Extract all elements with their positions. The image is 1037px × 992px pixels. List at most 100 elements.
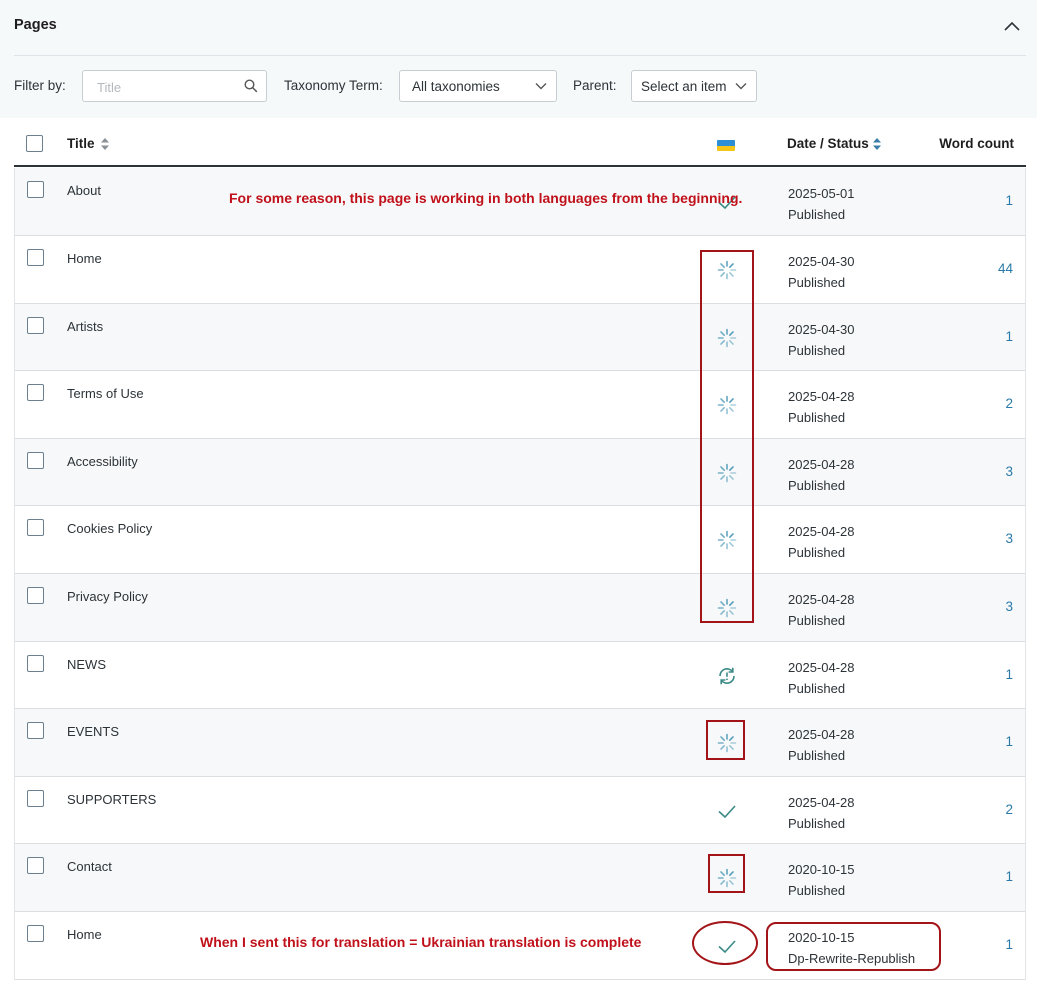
taxonomy-select[interactable]: All taxonomies [399, 70, 557, 102]
row-checkbox[interactable] [27, 722, 44, 739]
chevron-down-icon [535, 83, 547, 90]
row-date-status: 2020-10-15 Published [788, 860, 855, 901]
chevron-up-icon [1004, 21, 1020, 31]
row-date: 2025-04-30 [788, 254, 855, 269]
row-date: 2020-10-15 [788, 862, 855, 877]
row-status: Published [788, 409, 846, 425]
row-word-count-link[interactable]: 1 [1005, 937, 1013, 952]
collapse-button[interactable] [1000, 14, 1024, 38]
row-title-link[interactable]: Privacy Policy [67, 589, 148, 604]
row-word-count-link[interactable]: 1 [1005, 734, 1013, 749]
column-title-header[interactable]: Title [67, 136, 95, 151]
table-row: Cookies Policy 2025-04-28 Published 3 [14, 506, 1026, 574]
row-checkbox[interactable] [27, 587, 44, 604]
row-title-link[interactable]: SUPPORTERS [67, 792, 156, 807]
spinner-icon[interactable] [715, 258, 739, 282]
row-date: 2025-04-28 [788, 660, 855, 675]
row-title-link[interactable]: EVENTS [67, 724, 119, 739]
row-status: Published [788, 815, 846, 831]
row-word-count-link[interactable]: 1 [1005, 329, 1013, 344]
row-date: 2025-05-01 [788, 186, 855, 201]
row-word-count-link[interactable]: 3 [1005, 464, 1013, 479]
column-date-status-header[interactable]: Date / Status [787, 136, 869, 151]
row-checkbox[interactable] [27, 317, 44, 334]
row-date: 2025-04-30 [788, 322, 855, 337]
table-row: Artists 2025-04-30 Published 1 [14, 304, 1026, 371]
row-status: Published [788, 680, 846, 696]
check-icon[interactable] [715, 934, 739, 958]
column-word-count-header[interactable]: Word count [939, 136, 1014, 151]
chevron-down-icon [735, 83, 747, 90]
check-icon[interactable] [715, 799, 739, 823]
row-title-link[interactable]: Artists [67, 319, 103, 334]
row-status: Published [788, 612, 846, 628]
title-search-field[interactable] [82, 70, 267, 102]
row-checkbox[interactable] [27, 925, 44, 942]
row-word-count-link[interactable]: 2 [1005, 396, 1013, 411]
row-title-link[interactable]: NEWS [67, 657, 106, 672]
row-date-status: 2025-04-28 Published [788, 522, 855, 563]
row-checkbox[interactable] [27, 857, 44, 874]
row-title-link[interactable]: Contact [67, 859, 112, 874]
row-status: Published [788, 544, 846, 560]
row-checkbox[interactable] [27, 384, 44, 401]
title-search-input[interactable] [95, 78, 235, 96]
row-title-link[interactable]: Home [67, 927, 102, 942]
spinner-icon[interactable] [715, 393, 739, 417]
column-date-status-label: Date / Status [787, 136, 869, 151]
row-checkbox[interactable] [27, 181, 44, 198]
table-row: Privacy Policy 2025-04-28 Published 3 [14, 574, 1026, 642]
row-word-count-link[interactable]: 2 [1005, 802, 1013, 817]
row-date-status: 2025-04-28 Published [788, 793, 855, 834]
table-row: Contact 2020-10-15 Published 1 [14, 844, 1026, 912]
spinner-icon[interactable] [715, 528, 739, 552]
table-row: EVENTS 2025-04-28 Published 1 [14, 709, 1026, 777]
row-word-count-link[interactable]: 1 [1005, 667, 1013, 682]
spinner-icon[interactable] [715, 326, 739, 350]
row-date: 2025-04-28 [788, 389, 855, 404]
row-date-status: 2025-04-28 Published [788, 387, 855, 428]
row-title-link[interactable]: Terms of Use [67, 386, 144, 401]
column-word-count-label: Word count [939, 136, 1014, 151]
row-status: Published [788, 206, 846, 222]
panel-divider [14, 55, 1026, 56]
row-checkbox[interactable] [27, 655, 44, 672]
taxonomy-select-value: All taxonomies [412, 78, 500, 94]
filter-by-label: Filter by: [14, 78, 66, 93]
spinner-icon[interactable] [715, 596, 739, 620]
select-all-checkbox[interactable] [26, 135, 43, 152]
row-date: 2025-04-28 [788, 592, 855, 607]
spinner-icon[interactable] [715, 461, 739, 485]
row-title-link[interactable]: About [67, 183, 101, 198]
search-icon[interactable] [244, 79, 258, 93]
parent-select-value: Select an item [641, 78, 727, 94]
table-row: Terms of Use 2025-04-28 Published 2 [14, 371, 1026, 439]
parent-select[interactable]: Select an item [631, 70, 757, 102]
parent-label: Parent: [573, 78, 617, 93]
ukraine-flag-icon [717, 140, 735, 151]
row-word-count-link[interactable]: 44 [998, 261, 1013, 276]
row-title-link[interactable]: Home [67, 251, 102, 266]
row-word-count-link[interactable]: 1 [1005, 193, 1013, 208]
row-word-count-link[interactable]: 1 [1005, 869, 1013, 884]
row-word-count-link[interactable]: 3 [1005, 599, 1013, 614]
row-checkbox[interactable] [27, 452, 44, 469]
row-date: 2025-04-28 [788, 524, 855, 539]
row-status: Published [788, 747, 846, 763]
row-word-count-link[interactable]: 3 [1005, 531, 1013, 546]
spinner-icon[interactable] [715, 731, 739, 755]
spinner-icon[interactable] [715, 866, 739, 890]
sort-icon[interactable] [100, 137, 110, 151]
row-title-link[interactable]: Cookies Policy [67, 521, 152, 536]
row-status: Published [788, 477, 846, 493]
row-title-link[interactable]: Accessibility [67, 454, 138, 469]
sort-icon[interactable] [872, 137, 882, 151]
refresh-icon[interactable] [715, 664, 739, 688]
row-checkbox[interactable] [27, 790, 44, 807]
row-date-status: 2020-10-15 Dp-Rewrite-Republish [788, 928, 915, 969]
row-status: Published [788, 882, 846, 898]
row-checkbox[interactable] [27, 249, 44, 266]
row-date-status: 2025-04-28 Published [788, 725, 855, 766]
table-row: SUPPORTERS 2025-04-28 Published 2 [14, 777, 1026, 844]
row-checkbox[interactable] [27, 519, 44, 536]
